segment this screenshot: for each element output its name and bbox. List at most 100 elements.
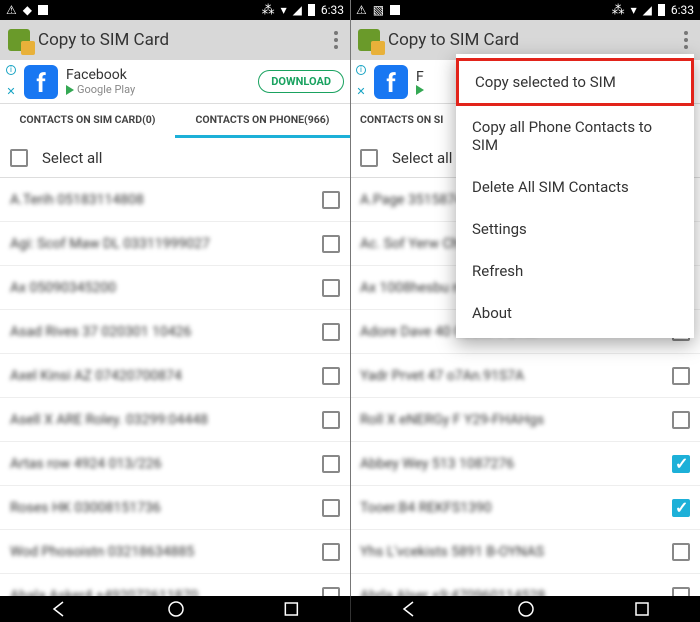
contact-checkbox[interactable] <box>322 411 340 429</box>
battery-icon <box>658 4 665 16</box>
status-time: 6:33 <box>671 3 694 17</box>
contact-checkbox[interactable] <box>672 367 690 385</box>
battery-icon <box>308 4 315 16</box>
tab-phone-contacts[interactable]: CONTACTS ON PHONE(966) <box>175 104 350 138</box>
contact-checkbox[interactable] <box>672 499 690 517</box>
overflow-menu: Copy selected to SIMCopy all Phone Conta… <box>456 54 694 338</box>
contact-row[interactable]: Abrla Alser +9:470960114528 <box>350 574 700 596</box>
select-all-checkbox[interactable] <box>10 149 28 167</box>
status-time: 6:33 <box>321 3 344 17</box>
back-button[interactable] <box>400 600 418 618</box>
contact-row[interactable]: Yhs L'vcekists 5891 B-OYNAS <box>350 530 700 574</box>
contact-row[interactable]: Axel Kinsi AZ 07420700874 <box>0 354 350 398</box>
menu-item[interactable]: Delete All SIM Contacts <box>456 166 694 208</box>
contact-row[interactable]: Asad Rives 37 020301 10426 <box>0 310 350 354</box>
contact-row[interactable]: Roll X eNERGy F Y29-FHAHgs <box>350 398 700 442</box>
diamond-icon: ◆ <box>23 3 32 17</box>
warning-icon: ⚠ <box>356 3 367 17</box>
contact-row[interactable]: Tooer.B4 REKFS1390 <box>350 486 700 530</box>
contact-text: Roses HK 03008151736 <box>10 500 312 516</box>
contact-row[interactable]: Wod Phosoistn 03218634885 <box>0 530 350 574</box>
contact-text: Abrla Alser +9:470960114528 <box>360 588 662 597</box>
contact-checkbox[interactable] <box>322 587 340 597</box>
status-bar: ⚠ ▧ ⁂ ▾ ◢ 6:33 <box>350 0 700 20</box>
warning-icon: ⚠ <box>6 3 17 17</box>
contact-checkbox[interactable] <box>672 543 690 561</box>
contact-checkbox[interactable] <box>322 499 340 517</box>
contact-text: A.Terih 05183114808 <box>10 192 312 208</box>
recent-button[interactable] <box>634 601 650 617</box>
ad-info-icon[interactable]: i <box>356 65 366 75</box>
contact-row[interactable]: Yadr Prvet 47 o7An.91S7A <box>350 354 700 398</box>
status-bar: ⚠ ◆ ⁂ ▾ ◢ 6:33 <box>0 0 350 20</box>
ad-subtitle: Google Play <box>77 83 135 96</box>
screen-divider <box>350 0 351 596</box>
facebook-icon: f <box>374 65 408 99</box>
menu-item[interactable]: Copy selected to SIM <box>456 58 694 106</box>
overflow-menu-button[interactable] <box>680 27 692 53</box>
contact-row[interactable]: Agi: Scof Maw DL 03311999027 <box>0 222 350 266</box>
contact-row[interactable]: Asell X ARE Roley. 03299:04448 <box>0 398 350 442</box>
ad-close-icon[interactable]: ✕ <box>6 85 15 98</box>
ad-info-icon[interactable]: i <box>6 65 16 75</box>
menu-item[interactable]: Refresh <box>456 250 694 292</box>
contact-text: Axel Kinsi AZ 07420700874 <box>10 368 312 384</box>
contact-checkbox[interactable] <box>672 411 690 429</box>
contact-text: Yadr Prvet 47 o7An.91S7A <box>360 368 662 384</box>
contact-text: Roll X eNERGy F Y29-FHAHgs <box>360 412 662 428</box>
signal-icon: ◢ <box>293 3 302 17</box>
select-all-label: Select all <box>392 149 452 167</box>
contact-row[interactable]: Artas row 4924 013/226 <box>0 442 350 486</box>
contact-text: Asell X ARE Roley. 03299:04448 <box>10 412 312 428</box>
signal-icon: ◢ <box>643 3 652 17</box>
contact-checkbox[interactable] <box>322 279 340 297</box>
contact-checkbox[interactable] <box>322 235 340 253</box>
wifi-icon: ▾ <box>281 3 287 17</box>
recent-button[interactable] <box>284 601 300 617</box>
menu-item[interactable]: Copy all Phone Contacts to SIM <box>456 106 694 166</box>
contact-checkbox[interactable] <box>322 323 340 341</box>
contact-checkbox[interactable] <box>322 543 340 561</box>
google-play-icon <box>66 85 74 95</box>
wifi-icon: ▾ <box>631 3 637 17</box>
menu-item[interactable]: About <box>456 292 694 334</box>
select-all-row[interactable]: Select all <box>0 138 350 178</box>
android-nav-bar <box>0 596 700 622</box>
google-play-icon <box>416 85 424 95</box>
app-icon <box>358 29 380 51</box>
back-button[interactable] <box>50 600 68 618</box>
ad-banner[interactable]: i ✕ f Facebook Google Play DOWNLOAD <box>0 60 350 104</box>
contact-text: Asad Rives 37 020301 10426 <box>10 324 312 340</box>
facebook-icon: f <box>24 65 58 99</box>
contact-row[interactable]: A.Terih 05183114808 <box>0 178 350 222</box>
overflow-menu-button[interactable] <box>330 27 342 53</box>
ad-close-icon[interactable]: ✕ <box>356 85 365 98</box>
square-icon <box>38 5 48 15</box>
contact-row[interactable]: Roses HK 03008151736 <box>0 486 350 530</box>
menu-item[interactable]: Settings <box>456 208 694 250</box>
select-all-checkbox[interactable] <box>360 149 378 167</box>
contact-text: Ax 05090345200 <box>10 280 312 296</box>
contact-text: Abala Asker4 +492072611870 <box>10 588 312 597</box>
app-title: Copy to SIM Card <box>38 30 169 50</box>
contact-row[interactable]: Abala Asker4 +492072611870 <box>0 574 350 596</box>
bluetooth-icon: ⁂ <box>612 3 625 18</box>
contact-checkbox[interactable] <box>322 455 340 473</box>
ad-title: Facebook <box>66 67 250 83</box>
tab-sim-contacts[interactable]: CONTACTS ON SIM CARD(0) <box>0 104 175 138</box>
contact-checkbox[interactable] <box>322 367 340 385</box>
contact-checkbox[interactable] <box>672 455 690 473</box>
contacts-list[interactable]: A.Terih 05183114808 Agi: Scof Maw DL 0331… <box>0 178 350 596</box>
tabs: CONTACTS ON SIM CARD(0) CONTACTS ON PHON… <box>0 104 350 138</box>
square-icon <box>390 5 400 15</box>
contact-checkbox[interactable] <box>322 191 340 209</box>
contact-row[interactable]: Ax 05090345200 <box>0 266 350 310</box>
home-button[interactable] <box>167 600 185 618</box>
select-all-label: Select all <box>42 149 102 167</box>
contact-row[interactable]: Abbey Wey 513 1087276 <box>350 442 700 486</box>
contact-text: Wod Phosoistn 03218634885 <box>10 544 312 560</box>
download-button[interactable]: DOWNLOAD <box>258 70 344 93</box>
contact-checkbox[interactable] <box>672 587 690 597</box>
home-button[interactable] <box>517 600 535 618</box>
ad-badge: i ✕ <box>356 65 366 98</box>
